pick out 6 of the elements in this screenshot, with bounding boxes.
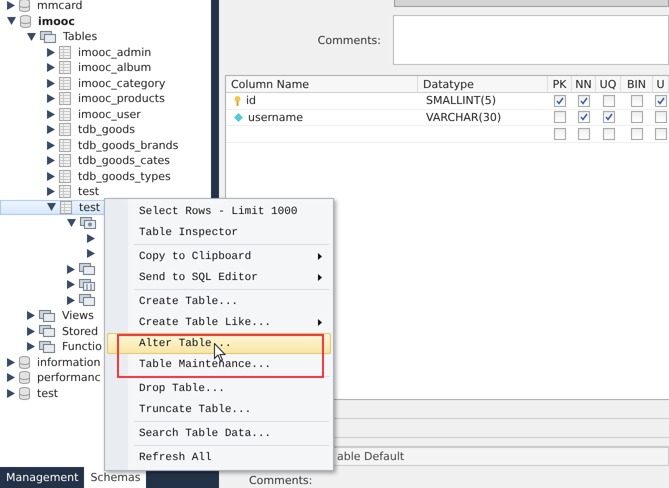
table-cell: username (248, 110, 303, 124)
table-cell: VARCHAR(30) (426, 110, 502, 124)
comments-label: Comments: (316, 34, 381, 46)
comments-label: Comments: (249, 474, 314, 487)
table-cell: SMALLINT(5) (426, 94, 496, 108)
table-cell: id (246, 94, 256, 108)
